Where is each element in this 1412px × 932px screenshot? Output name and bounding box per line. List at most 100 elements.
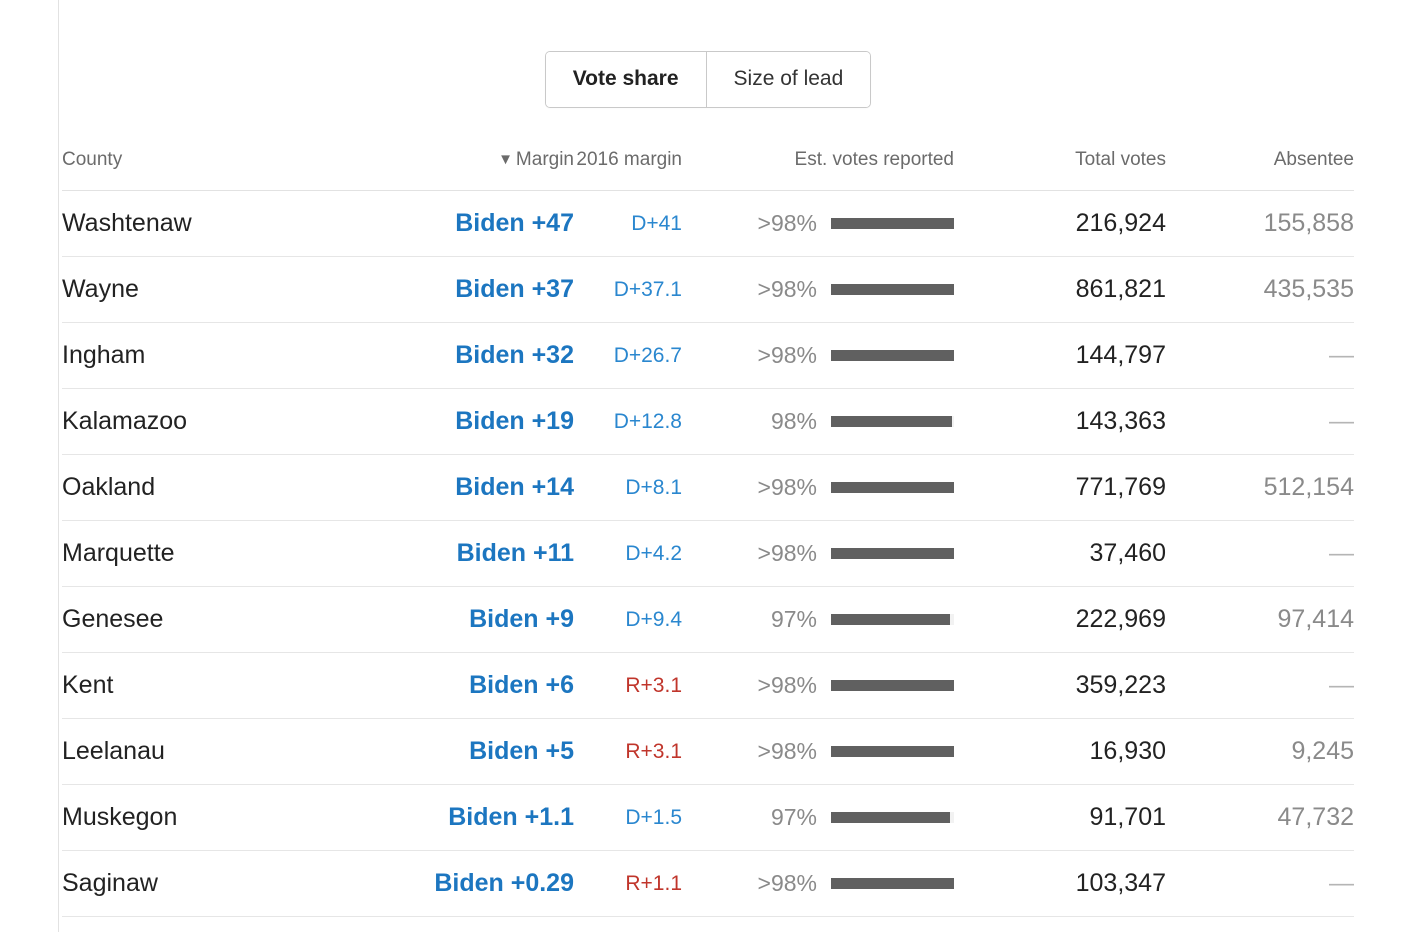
reported-group: >98% [682, 672, 954, 699]
reported-progress-bar [831, 416, 954, 427]
cell-est-votes-reported: >98% [682, 718, 954, 785]
table-row[interactable]: Wayne Biden +37 D+37.1 >98% 861,821 435,535 [62, 256, 1354, 323]
view-toggle-container: Vote share Size of lead [62, 0, 1354, 108]
table-row[interactable]: Kent Biden +6 R+3.1 >98% 359,223— [62, 652, 1354, 719]
toggle-option-size-of-lead[interactable]: Size of lead [705, 52, 871, 107]
cell-est-votes-reported: 97% [682, 784, 954, 851]
reported-progress-bar [831, 746, 954, 757]
cell-absentee: — [1166, 520, 1354, 587]
reported-progress-bar [831, 218, 954, 229]
cell-2016-margin: D+26.7 [574, 322, 682, 389]
reported-group: >98% [682, 870, 954, 897]
cell-margin: Biden +1.1 [392, 784, 574, 851]
table-row[interactable]: Genesee Biden +9 D+9.4 97% 222,969 97,414 [62, 586, 1354, 653]
margin-2016-value: D+26.7 [613, 343, 682, 367]
cell-absentee: 155,858 [1166, 190, 1354, 257]
cell-absentee: — [1166, 652, 1354, 719]
margin-2016-value: R+3.1 [625, 739, 682, 763]
cell-absentee: 47,732 [1166, 784, 1354, 851]
reported-progress-fill [831, 284, 954, 295]
cell-county: Washtenaw [62, 190, 392, 257]
reported-progress-fill [831, 878, 954, 889]
cell-total-votes: 37,460 [954, 520, 1166, 587]
cell-county: Saginaw [62, 850, 392, 917]
cell-2016-margin: D+9.4 [574, 586, 682, 653]
cell-2016-margin: D+12.8 [574, 388, 682, 455]
cell-2016-margin: R+1.1 [574, 850, 682, 917]
reported-progress-bar [831, 614, 954, 625]
margin-2016-value: D+8.1 [625, 475, 682, 499]
cell-total-votes: 144,797 [954, 322, 1166, 389]
column-header-total-votes[interactable]: Total votes [954, 149, 1166, 191]
toggle-option-vote-share[interactable]: Vote share [545, 52, 706, 107]
reported-percent-label: >98% [757, 540, 817, 566]
panel-content: Vote share Size of lead County ▼ Margin 20… [62, 0, 1354, 917]
reported-percent-label: 98% [770, 408, 817, 434]
cell-total-votes: 103,347 [954, 850, 1166, 917]
reported-percent-label: >98% [757, 474, 817, 500]
cell-est-votes-reported: 98% [682, 388, 954, 455]
reported-percent-label: 97% [770, 606, 817, 632]
table-header: County ▼ Margin 2016 margin Est. votes re… [62, 149, 1354, 191]
cell-absentee: 512,154 [1166, 454, 1354, 521]
reported-progress-fill [831, 482, 954, 493]
column-header-2016-margin[interactable]: 2016 margin [574, 149, 682, 191]
cell-2016-margin: D+37.1 [574, 256, 682, 323]
cell-2016-margin: D+4.2 [574, 520, 682, 587]
column-header-absentee[interactable]: Absentee [1166, 149, 1354, 191]
cell-total-votes: 771,769 [954, 454, 1166, 521]
margin-2016-value: D+41 [631, 211, 682, 235]
county-results-table: County ▼ Margin 2016 margin Est. votes re… [62, 149, 1354, 917]
column-header-county[interactable]: County [62, 149, 392, 191]
column-header-est-votes-reported[interactable]: Est. votes reported [682, 149, 954, 191]
cell-absentee: — [1166, 850, 1354, 917]
table-row[interactable]: Washtenaw Biden +47 D+41 >98% 216,924 155,858 [62, 190, 1354, 257]
reported-group: >98% [682, 342, 954, 369]
cell-total-votes: 359,223 [954, 652, 1166, 719]
margin-2016-value: D+4.2 [625, 541, 682, 565]
margin-2016-value: D+9.4 [625, 607, 682, 631]
table-row[interactable]: Leelanau Biden +5 R+3.1 >98% 16,930 9,245 [62, 718, 1354, 785]
margin-2016-value: R+3.1 [625, 673, 682, 697]
reported-group: 97% [682, 804, 954, 831]
reported-percent-label: >98% [757, 210, 817, 236]
reported-progress-bar [831, 680, 954, 691]
cell-absentee: — [1166, 388, 1354, 455]
cell-margin: Biden +6 [392, 652, 574, 719]
reported-progress-bar [831, 812, 954, 823]
cell-2016-margin: D+8.1 [574, 454, 682, 521]
cell-margin: Biden +32 [392, 322, 574, 389]
cell-2016-margin: D+41 [574, 190, 682, 257]
table-row[interactable]: Saginaw Biden +0.29 R+1.1 >98% 103,347— [62, 850, 1354, 917]
table-row[interactable]: Kalamazoo Biden +19 D+12.8 98% 143,363— [62, 388, 1354, 455]
cell-2016-margin: D+1.5 [574, 784, 682, 851]
reported-progress-fill [831, 350, 954, 361]
column-header-margin[interactable]: ▼ Margin [392, 149, 574, 191]
cell-2016-margin: R+3.1 [574, 718, 682, 785]
cell-county: Wayne [62, 256, 392, 323]
cell-absentee: 9,245 [1166, 718, 1354, 785]
results-panel: Vote share Size of lead County ▼ Margin 20… [0, 0, 1412, 932]
cell-est-votes-reported: >98% [682, 256, 954, 323]
reported-progress-fill [831, 614, 951, 625]
cell-margin: Biden +0.29 [392, 850, 574, 917]
table-row[interactable]: Ingham Biden +32 D+26.7 >98% 144,797— [62, 322, 1354, 389]
table-row[interactable]: Muskegon Biden +1.1 D+1.5 97% 91,701 47,732 [62, 784, 1354, 851]
reported-percent-label: >98% [757, 342, 817, 368]
reported-percent-label: >98% [757, 276, 817, 302]
table-body: Washtenaw Biden +47 D+41 >98% 216,924 155,858… [62, 190, 1354, 917]
cell-margin: Biden +47 [392, 190, 574, 257]
cell-margin: Biden +11 [392, 520, 574, 587]
reported-percent-label: 97% [770, 804, 817, 830]
margin-2016-value: D+1.5 [625, 805, 682, 829]
view-toggle[interactable]: Vote share Size of lead [544, 51, 872, 108]
cell-total-votes: 143,363 [954, 388, 1166, 455]
margin-2016-value: D+12.8 [613, 409, 682, 433]
cell-absentee: 97,414 [1166, 586, 1354, 653]
cell-est-votes-reported: >98% [682, 190, 954, 257]
table-row[interactable]: Oakland Biden +14 D+8.1 >98% 771,769 512,154 [62, 454, 1354, 521]
cell-county: Oakland [62, 454, 392, 521]
table-row[interactable]: Marquette Biden +11 D+4.2 >98% 37,460— [62, 520, 1354, 587]
table-header-row: County ▼ Margin 2016 margin Est. votes re… [62, 149, 1354, 191]
reported-group: >98% [682, 540, 954, 567]
